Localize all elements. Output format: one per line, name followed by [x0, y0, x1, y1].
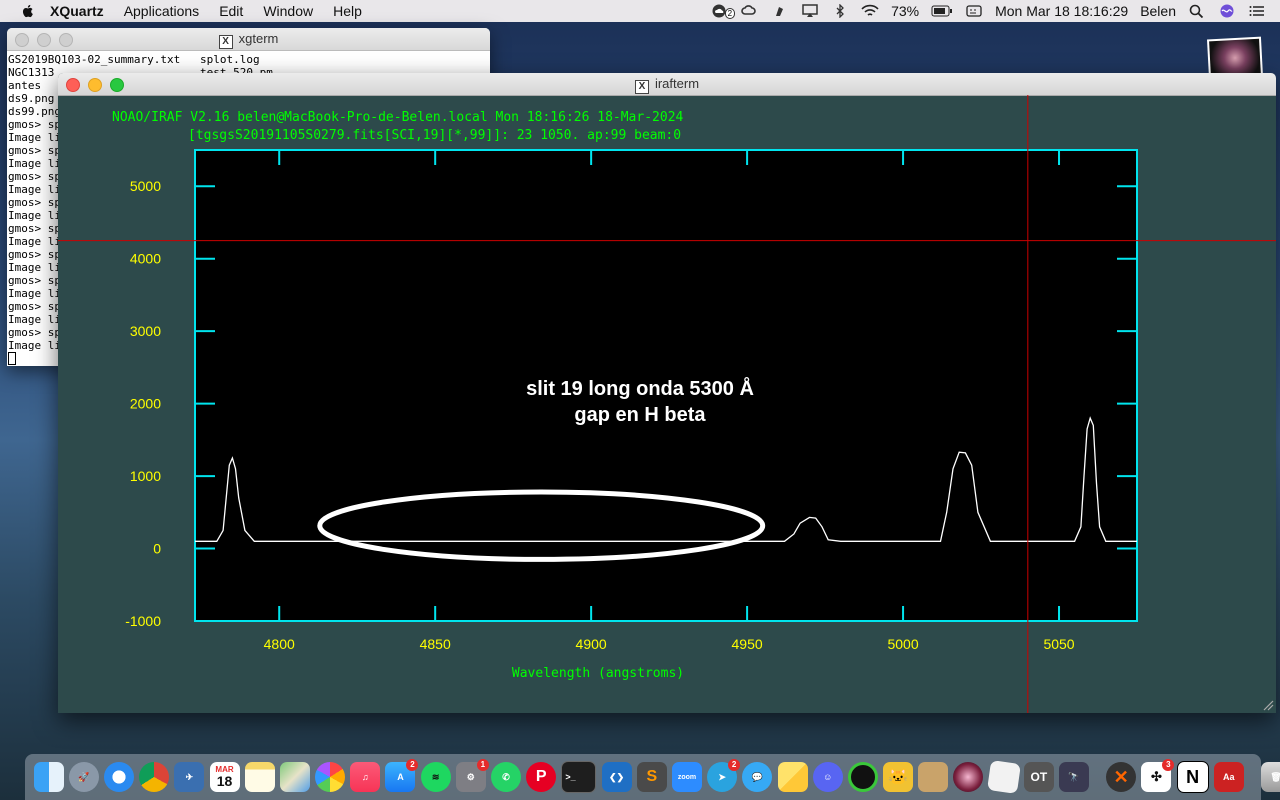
spectrum-plot[interactable]: NOAO/IRAF V2.16 belen@MacBook-Pro-de-Bel…	[58, 95, 1276, 713]
dock-photos-icon[interactable]	[315, 762, 346, 792]
dock-vscode-icon[interactable]: ❮❯	[601, 762, 632, 792]
galaxy-image	[1209, 38, 1261, 78]
settings-badge: 1	[476, 759, 489, 771]
y-tick-label: 5000	[130, 178, 161, 194]
cloud-notification-icon[interactable]: 2	[711, 4, 736, 19]
dock-telegram-icon[interactable]: ➤ 2	[707, 759, 741, 792]
dock-sketch-icon[interactable]: ✣ 3	[1141, 759, 1175, 792]
dock-trash-icon[interactable]: 🗑	[1260, 762, 1280, 792]
menu-edit[interactable]: Edit	[219, 3, 243, 19]
annotation-text-1: slit 19 long onda 5300 Å	[526, 376, 754, 400]
dock-notion-icon[interactable]: N	[1176, 761, 1209, 793]
terminal-line: splot.log	[200, 53, 260, 66]
xgterm-titlebar[interactable]: Xxgterm	[7, 28, 490, 51]
calendar-day: 18	[216, 773, 233, 789]
x11-icon: X	[218, 35, 233, 49]
dock-launchpad-icon[interactable]: 🚀	[68, 762, 99, 792]
x-tick-label: 4800	[264, 636, 295, 652]
irafterm-window[interactable]: Xirafterm NOAO/IRAF V2.16 belen@MacBook-…	[58, 73, 1276, 713]
dock-xquartz-icon[interactable]: ✕	[1106, 762, 1137, 792]
irafterm-titlebar[interactable]: Xirafterm	[58, 73, 1276, 96]
x-tick-label: 4900	[576, 636, 607, 652]
appstore-badge: 2	[406, 759, 419, 771]
dock-cat-app-icon[interactable]: 🐱	[883, 762, 914, 792]
irafterm-title: irafterm	[654, 76, 700, 91]
menu-applications[interactable]: Applications	[124, 3, 200, 19]
siri-icon[interactable]	[1218, 4, 1236, 18]
battery-icon[interactable]	[931, 4, 953, 18]
dock-notes-icon[interactable]	[244, 762, 275, 792]
x-tick-label: 4850	[420, 636, 451, 652]
x-tick-label: 5050	[1043, 636, 1074, 652]
bluetooth-icon[interactable]	[831, 3, 849, 19]
input-keyboard-icon[interactable]	[965, 4, 983, 18]
dock-messages-icon[interactable]: 💬	[742, 762, 773, 792]
annotation-text-2: gap en H beta	[574, 404, 706, 426]
iraf-header-line: NOAO/IRAF V2.16 belen@MacBook-Pro-de-Bel…	[112, 110, 684, 125]
apple-icon[interactable]	[20, 3, 36, 19]
y-tick-label: 1000	[130, 468, 161, 484]
dock-system-preferences-icon[interactable]: ⚙ 1	[455, 759, 489, 792]
dock-ot-icon[interactable]: OT	[1023, 762, 1054, 792]
y-tick-label: 4000	[130, 251, 161, 267]
dock-finder-icon[interactable]	[33, 762, 64, 792]
x-tick-label: 5000	[887, 636, 918, 652]
notification-badge: 2	[724, 8, 736, 19]
dock: 🚀 ✈ MAR 18 ♫ A2 ≋ ⚙ 1 ✆ P >_ ❮❯ S zoom ➤ 2…	[25, 754, 1280, 800]
dock-pinterest-icon[interactable]: P	[526, 762, 557, 792]
resize-handle[interactable]	[1262, 699, 1274, 711]
dock-zoom-icon[interactable]: zoom	[671, 762, 702, 792]
menu-window[interactable]: Window	[263, 3, 313, 19]
dock-maps-icon[interactable]	[279, 762, 310, 792]
x11-icon: X	[634, 80, 649, 94]
dock-music-icon[interactable]: ♫	[350, 762, 381, 792]
y-tick-label: 3000	[130, 323, 161, 339]
creative-cloud-icon[interactable]	[741, 4, 759, 18]
dock-sublime-icon[interactable]: S	[636, 762, 667, 792]
y-tick-label: 0	[153, 541, 161, 557]
terminal-cursor	[8, 352, 16, 365]
y-tick-label: -1000	[125, 613, 161, 629]
dock-telescope-icon[interactable]: 🔭	[1059, 762, 1090, 792]
dock-textedit-icon[interactable]	[986, 760, 1021, 794]
dock-terminal-icon[interactable]: >_	[561, 761, 597, 793]
dock-safari-icon[interactable]	[103, 762, 134, 792]
app-menu[interactable]: XQuartz	[50, 3, 104, 19]
menu-help[interactable]: Help	[333, 3, 362, 19]
dock-stickies-icon[interactable]	[777, 762, 808, 792]
dock-activity-icon[interactable]	[847, 762, 878, 792]
battery-percent: 73%	[891, 3, 920, 19]
x-tick-label: 4950	[732, 636, 763, 652]
menu-user[interactable]: Belen	[1140, 3, 1176, 19]
notification-center-icon[interactable]	[1248, 4, 1266, 18]
pen-tool-icon[interactable]	[771, 4, 789, 18]
dock-whatsapp-icon[interactable]: ✆	[491, 762, 522, 792]
dock-galaxy-icon[interactable]	[953, 762, 984, 792]
menu-bar: XQuartz Applications Edit Window Help 2 …	[0, 0, 1280, 22]
telegram-badge: 2	[728, 759, 741, 771]
dock-calendar-icon[interactable]: MAR 18	[209, 762, 240, 792]
xgterm-title: xgterm	[238, 31, 279, 46]
dock-discord-icon[interactable]: ☺	[812, 762, 843, 792]
dock-xcode-icon[interactable]: ✈	[174, 762, 205, 792]
search-icon[interactable]	[1188, 4, 1206, 19]
menu-clock[interactable]: Mon Mar 18 18:16:29	[995, 3, 1128, 19]
dock-spotify-icon[interactable]: ≋	[420, 762, 451, 792]
dock-fonts-icon[interactable]: Aa	[1213, 762, 1244, 792]
menu-status-area: 2 73% Mon Mar 18 18:16:29 Belen	[705, 0, 1280, 22]
dock-chrome-icon[interactable]	[139, 762, 170, 792]
sketch-badge: 3	[1162, 759, 1175, 771]
airplay-icon[interactable]	[801, 4, 819, 18]
plot-title: [tgsgsS20191105S0279.fits[SCI,19][*,99]]…	[188, 128, 681, 143]
dock-appstore-icon[interactable]: A2	[385, 759, 419, 792]
y-tick-label: 2000	[130, 396, 161, 412]
wifi-icon[interactable]	[861, 4, 879, 18]
dock-archive-icon[interactable]	[918, 762, 949, 792]
x-axis-label: Wavelength (angstroms)	[512, 666, 684, 681]
